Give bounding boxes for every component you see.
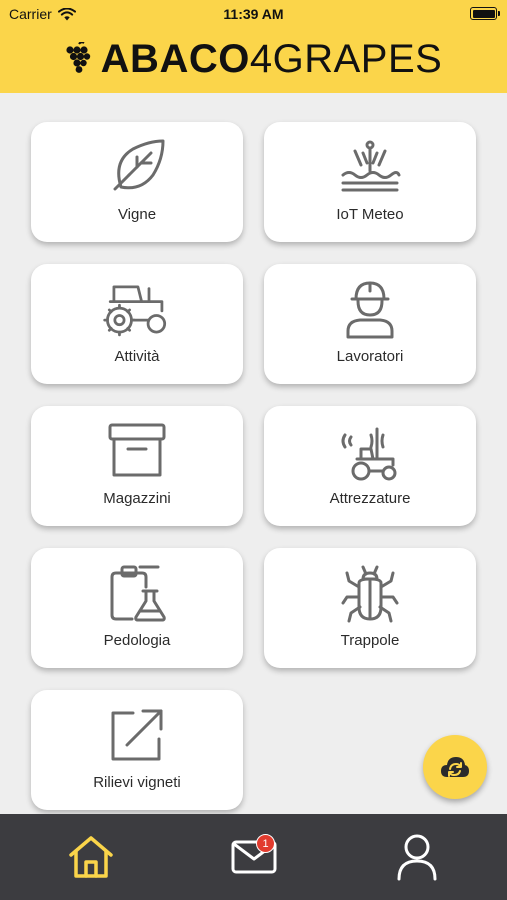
brand-logo: ABACO4GRAPES xyxy=(0,36,507,82)
tile-label: Trappole xyxy=(340,632,400,649)
tile-attrezzature[interactable]: Attrezzature xyxy=(264,406,476,526)
tile-label: Attività xyxy=(114,348,160,365)
grapes-icon xyxy=(66,42,90,73)
sync-button[interactable] xyxy=(423,735,487,799)
tile-magazzini[interactable]: Magazzini xyxy=(31,406,243,526)
equipment-icon xyxy=(341,427,397,481)
battery-icon xyxy=(470,7,500,20)
tab-messages[interactable]: 1 xyxy=(169,814,338,900)
tile-lavoratori[interactable]: Lavoratori xyxy=(264,264,476,384)
iot-weather-icon xyxy=(341,140,401,192)
worker-icon xyxy=(346,281,394,339)
leaf-icon xyxy=(113,139,165,191)
external-link-icon xyxy=(111,709,163,761)
user-icon xyxy=(397,834,436,881)
status-bar: Carrier 11:39 AM xyxy=(0,0,507,28)
tile-label: Magazzini xyxy=(103,490,171,507)
tile-label: Rilievi vigneti xyxy=(93,774,181,791)
brand-title-part1: ABACO xyxy=(100,37,250,81)
tile-vigne[interactable]: Vigne xyxy=(31,122,243,242)
status-time: 11:39 AM xyxy=(223,6,284,22)
cloud-sync-icon xyxy=(441,757,469,777)
soil-lab-icon xyxy=(110,565,166,622)
tile-label: Attrezzature xyxy=(329,490,411,507)
home-icon xyxy=(68,836,113,878)
tab-home[interactable] xyxy=(6,814,175,900)
tab-profile[interactable] xyxy=(332,814,501,900)
brand-title: ABACO4GRAPES xyxy=(101,39,443,79)
tile-pedologia[interactable]: Pedologia xyxy=(31,548,243,668)
tile-iot-meteo[interactable]: IoT Meteo xyxy=(264,122,476,242)
tractor-icon xyxy=(103,285,167,337)
tile-attivita[interactable]: Attività xyxy=(31,264,243,384)
insect-icon xyxy=(341,565,399,623)
tile-label: Vigne xyxy=(117,206,157,223)
app-header: Carrier 11:39 AM ABACO4GRAPES xyxy=(0,0,507,93)
tile-label: IoT Meteo xyxy=(336,206,404,223)
tile-rilievi-vigneti[interactable]: Rilievi vigneti xyxy=(31,690,243,810)
tile-trappole[interactable]: Trappole xyxy=(264,548,476,668)
tab-bar: 1 xyxy=(0,814,507,900)
tile-label: Pedologia xyxy=(103,632,171,649)
tile-label: Lavoratori xyxy=(336,348,404,365)
brand-title-part2: 4GRAPES xyxy=(249,37,443,81)
warehouse-box-icon xyxy=(108,423,166,477)
notification-badge: 1 xyxy=(256,834,275,853)
